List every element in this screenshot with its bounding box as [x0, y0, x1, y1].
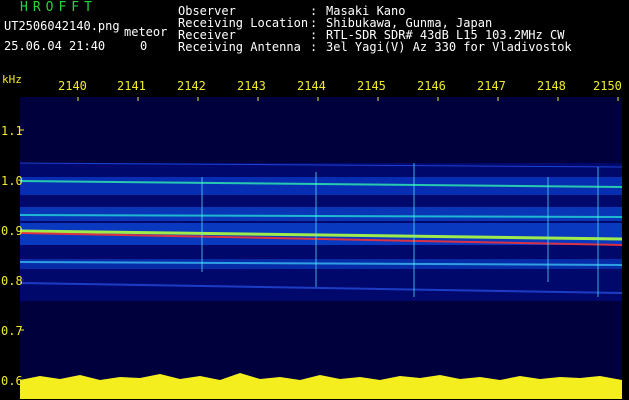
- x-tick-label: 2147: [477, 79, 506, 93]
- x-tick-label: 2150: [593, 79, 622, 93]
- info-colon: :: [310, 40, 318, 54]
- meteor-count: 0: [140, 39, 148, 53]
- y-tick-label: 0.7: [1, 324, 23, 338]
- y-tick-label: 0.8: [1, 274, 23, 288]
- spectrogram: [20, 97, 622, 399]
- x-tick-label: 2143: [237, 79, 266, 93]
- x-tick-label: 2142: [177, 79, 206, 93]
- x-tick-label: 2141: [117, 79, 146, 93]
- info-value-antenna: 3el Yagi(V) Az 330 for Vladivostok: [326, 40, 572, 54]
- y-tick-label: 1.0: [1, 174, 23, 188]
- x-tick-marks: [77, 97, 619, 101]
- x-tick-label: 2146: [417, 79, 446, 93]
- x-tick-label: 2140: [58, 79, 87, 93]
- frequency-unit-label: kHz: [2, 73, 22, 86]
- noise-floor-peaks: [20, 373, 622, 399]
- hrofft-window: HROFFT UT2506042140.png meteor 25.06.04 …: [0, 0, 629, 400]
- y-tick-label: 0.9: [1, 224, 23, 238]
- x-tick-label: 2144: [297, 79, 326, 93]
- band-0-95: [20, 207, 622, 221]
- y-tick-label: 0.6: [1, 374, 23, 388]
- meteor-label: meteor: [124, 25, 168, 39]
- y-tick-label: 1.1: [1, 124, 23, 138]
- app-title: HROFFT: [20, 0, 97, 15]
- spectrogram-canvas: [20, 97, 622, 399]
- x-tick-label: 2148: [537, 79, 566, 93]
- x-tick-label: 2145: [357, 79, 386, 93]
- info-label-antenna: Receiving Antenna: [178, 40, 301, 54]
- datetime-label: 25.06.04 21:40: [4, 39, 106, 53]
- filename-label: UT2506042140.png: [4, 19, 120, 33]
